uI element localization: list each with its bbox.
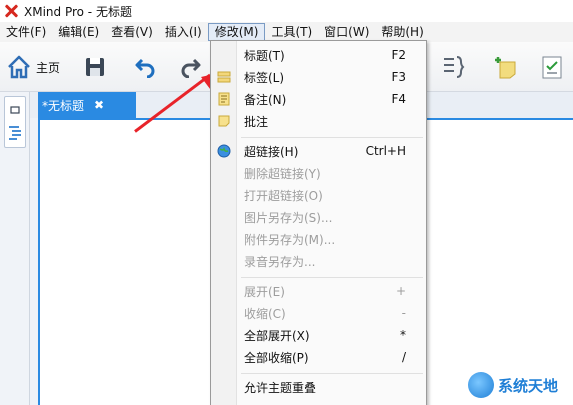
menu-item-save-recording[interactable]: 录音另存为... (211, 250, 426, 272)
menu-item-label: 附件另存为(M)... (244, 232, 336, 247)
menu-item-title[interactable]: 标题(T) F2 (211, 44, 426, 66)
menu-item-label: 备注(N) (244, 92, 287, 107)
menu-help[interactable]: 帮助(H) (375, 23, 429, 41)
panel-icons (9, 106, 21, 140)
menu-item-expand-all[interactable]: 全部展开(X) * (211, 324, 426, 346)
window-title: XMind Pro - 无标题 (24, 4, 132, 19)
redo-button[interactable] (180, 52, 202, 82)
menu-item-remove-hyperlink[interactable]: 删除超链接(Y) (211, 162, 426, 184)
note-add-icon (495, 57, 516, 79)
menu-item-label: 删除超链接(Y) (244, 166, 321, 181)
label-tag-icon (217, 71, 231, 83)
watermark-logo-icon (468, 372, 494, 398)
menu-separator (241, 373, 423, 374)
menu-item-allow-overlap[interactable]: 允许主题重叠 (211, 376, 426, 398)
menu-item-shortcut: F2 (391, 48, 406, 62)
menu-item-save-attachment[interactable]: 附件另存为(M)... (211, 228, 426, 250)
close-icon[interactable]: ✖ (94, 98, 104, 112)
menu-separator (241, 277, 423, 278)
menu-item-label: 展开(E) (244, 284, 285, 299)
modify-menu-dropdown: 标题(T) F2 标签(L) F3 备注(N) F4 批注 超链接(H) Ctr… (210, 40, 427, 405)
menu-insert[interactable]: 插入(I) (159, 23, 208, 41)
menu-item-hyperlink[interactable]: 超链接(H) Ctrl+H (211, 140, 426, 162)
relationship-button[interactable] (440, 52, 466, 82)
menu-item-shortcut: * (400, 328, 406, 342)
callout-button[interactable] (492, 52, 518, 82)
globe-icon (217, 144, 231, 158)
tab-title: *无标题 (42, 98, 85, 113)
menu-item-label: 允许主题重叠 (244, 380, 317, 395)
menu-item-label-tag[interactable]: 标签(L) F3 (211, 66, 426, 88)
title-bar: XMind Pro - 无标题 (0, 0, 573, 22)
menu-modify[interactable]: 修改(M) (207, 23, 266, 41)
menu-file[interactable]: 文件(F) (0, 23, 52, 41)
menu-item-label: 收缩(C) (244, 306, 286, 321)
menu-item-label: 录音另存为... (244, 254, 316, 269)
menu-item-shortcut: + (395, 284, 406, 298)
menu-item-label: 图片另存为(S)... (244, 210, 333, 225)
undo-button[interactable] (134, 52, 156, 82)
menu-item-shortcut: F3 (391, 70, 406, 84)
menu-item-label: 全部收缩(P) (244, 350, 309, 365)
menu-window[interactable]: 窗口(W) (318, 23, 375, 41)
boundary-icon (444, 56, 465, 78)
home-label: 主页 (36, 60, 61, 75)
menu-item-shortcut: F4 (391, 92, 406, 106)
menu-item-collapse[interactable]: 收缩(C) - (211, 302, 426, 324)
save-icon (86, 58, 104, 76)
menu-bar: 文件(F) 编辑(E) 查看(V) 插入(I) 修改(M) 工具(T) 窗口(W… (0, 22, 573, 42)
menu-item-shortcut: Ctrl+H (365, 144, 406, 158)
watermark-text: 系统天地 (498, 376, 559, 395)
outline-panel-toggle[interactable] (4, 96, 26, 148)
task-icon (542, 56, 562, 79)
menu-edit[interactable]: 编辑(E) (52, 23, 105, 41)
menu-item-label: 打开超链接(O) (244, 188, 323, 203)
menu-item-label: 标签(L) (244, 70, 285, 85)
left-panel (0, 92, 30, 405)
menu-separator (241, 137, 423, 138)
task-button[interactable] (540, 52, 564, 82)
menu-item-open-hyperlink[interactable]: 打开超链接(O) (211, 184, 426, 206)
undo-icon (135, 58, 155, 78)
menu-item-shortcut: / (401, 350, 406, 364)
menu-item-collapse-all[interactable]: 全部收缩(P) / (211, 346, 426, 368)
xmind-logo-icon (4, 4, 18, 18)
app-window: XMind Pro - 无标题 文件(F) 编辑(E) 查看(V) 插入(I) … (0, 0, 573, 405)
menu-item-expand[interactable]: 展开(E) + (211, 280, 426, 302)
menu-item-shortcut: - (401, 306, 406, 320)
comment-icon (218, 115, 230, 127)
menu-view[interactable]: 查看(V) (105, 23, 159, 41)
site-watermark: 系统天地 (468, 372, 558, 398)
home-button[interactable]: 主页 (6, 52, 60, 82)
menu-item-label: 超链接(H) (244, 144, 299, 159)
menu-item-label: 全部展开(X) (244, 328, 310, 343)
menu-item-notes[interactable]: 备注(N) F4 (211, 88, 426, 110)
menu-tools[interactable]: 工具(T) (265, 23, 318, 41)
redo-icon (181, 58, 201, 78)
menu-item-save-image[interactable]: 图片另存为(S)... (211, 206, 426, 228)
menu-item-comment[interactable]: 批注 (211, 110, 426, 132)
menu-item-label: 标题(T) (244, 48, 285, 63)
menu-item-label: 批注 (244, 114, 269, 129)
notes-icon (218, 92, 230, 106)
save-button[interactable] (84, 52, 106, 82)
tab-untitled[interactable]: *无标题 ✖ (38, 92, 136, 118)
home-icon (8, 55, 30, 79)
